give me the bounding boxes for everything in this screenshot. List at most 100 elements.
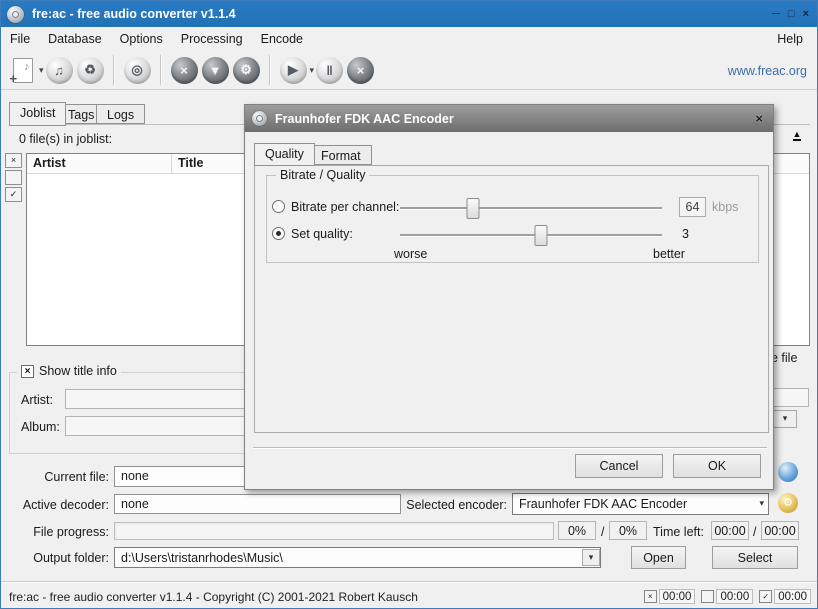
app-icon	[7, 6, 24, 23]
time-left-label: Time left:	[653, 525, 704, 539]
percent-separator: /	[601, 525, 604, 539]
window-titlebar: fre:ac - free audio converter v1.1.4 ─ □…	[1, 1, 817, 27]
website-link[interactable]: www.freac.org	[728, 64, 807, 78]
funnel-icon: ▼	[202, 57, 229, 84]
freac-window: fre:ac - free audio converter v1.1.4 ─ □…	[0, 0, 818, 609]
select-all-button[interactable]: ×	[5, 153, 22, 168]
dialog-close-button[interactable]: ×	[755, 111, 763, 126]
toggle-selection-button[interactable]: ✓	[5, 187, 22, 202]
menu-encode[interactable]: Encode	[252, 29, 312, 49]
select-none-button[interactable]	[5, 170, 22, 185]
tab-joblist[interactable]: Joblist	[9, 102, 66, 126]
tab-logs[interactable]: Logs	[96, 104, 145, 124]
dialog-icon	[252, 111, 267, 126]
time-indicator-unselected: 00:00	[701, 589, 753, 604]
pause-encoding-button[interactable]: ‖	[314, 54, 345, 87]
pause-icon: ‖	[316, 57, 343, 84]
stop-icon: ×	[347, 57, 374, 84]
output-folder-select[interactable]: d:\Users\tristanrhodes\Music\	[114, 547, 601, 568]
general-settings-button[interactable]: ×	[169, 54, 200, 87]
album-label: Album:	[21, 420, 60, 434]
joblist-count: 0 file(s) in joblist:	[19, 132, 112, 146]
toolbar: ♪ + ▾ ♫ ♻ ◎ × ▼ ⚙ ▶ ▾ ‖	[1, 51, 818, 90]
output-folder-dropdown-button[interactable]: ▾	[582, 549, 600, 566]
remove-all-button[interactable]: ♻	[75, 54, 106, 87]
dialog-tab-quality[interactable]: Quality	[254, 143, 315, 166]
toolbar-separator	[160, 55, 162, 85]
file-percent: 0%	[558, 521, 596, 540]
total-percent: 0%	[609, 521, 647, 540]
toolbar-separator	[269, 55, 271, 85]
single-file-checkbox-label: e file	[771, 351, 797, 365]
active-decoder-field: none	[114, 494, 401, 514]
x-box-icon: ×	[644, 590, 657, 603]
cd-search-icon: ◎	[124, 57, 151, 84]
minimize-button[interactable]: ─	[772, 8, 780, 20]
play-icon: ▶	[280, 57, 307, 84]
window-title: fre:ac - free audio converter v1.1.4	[32, 7, 236, 21]
tools-icon: ×	[171, 57, 198, 84]
menu-bar: File Database Options Processing Encode …	[1, 27, 817, 52]
selected-encoder-label: Selected encoder:	[399, 498, 507, 512]
time-left-file: 00:00	[711, 521, 749, 540]
show-title-info-checkbox[interactable]: ×	[21, 365, 34, 378]
encoder-settings-icon[interactable]: ⚙	[778, 493, 798, 513]
stop-encoding-button[interactable]: ×	[345, 54, 376, 87]
eject-icon: ▲	[793, 130, 802, 141]
file-progress-label: File progress:	[1, 525, 109, 539]
eject-button[interactable]: ▲	[785, 127, 809, 143]
time-separator: /	[753, 525, 756, 539]
select-button[interactable]: Select	[712, 546, 798, 569]
dialog-tab-page	[254, 165, 769, 433]
current-file-label: Current file:	[1, 470, 109, 484]
column-header-title[interactable]: Title	[172, 154, 203, 173]
pattern-dropdown-button[interactable]: ▾	[773, 410, 797, 428]
encoder-config-dialog: Fraunhofer FDK AAC Encoder × Quality For…	[244, 104, 774, 490]
time-indicator-selected: × 00:00	[644, 589, 696, 604]
time-value: 00:00	[716, 589, 753, 604]
column-header-artist[interactable]: Artist	[27, 154, 172, 173]
encoder-options-button[interactable]: ⚙	[231, 54, 262, 87]
open-button[interactable]: Open	[631, 546, 686, 569]
title-info-legend: × Show title info	[17, 364, 121, 378]
statusbar-text: fre:ac - free audio converter v1.1.4 - C…	[9, 590, 418, 604]
gear-icon: ⚙	[233, 57, 260, 84]
dialog-separator	[253, 447, 767, 448]
add-files-button[interactable]: ♪ +	[7, 54, 38, 87]
cddb-query-button[interactable]: ◎	[122, 54, 153, 87]
check-box-icon: ✓	[759, 590, 772, 603]
music-note-icon: ♫	[46, 57, 73, 84]
menu-file[interactable]: File	[1, 29, 39, 49]
time-left-total: 00:00	[761, 521, 799, 540]
toolbar-separator	[113, 55, 115, 85]
dialog-title: Fraunhofer FDK AAC Encoder	[275, 112, 454, 126]
menu-options[interactable]: Options	[111, 29, 172, 49]
ok-button[interactable]: OK	[673, 454, 761, 478]
cancel-button[interactable]: Cancel	[575, 454, 663, 478]
time-value: 00:00	[659, 589, 696, 604]
empty-box-icon	[701, 590, 714, 603]
dialog-titlebar: Fraunhofer FDK AAC Encoder ×	[245, 105, 773, 132]
rip-cd-button[interactable]: ♫	[44, 54, 75, 87]
menu-processing[interactable]: Processing	[172, 29, 252, 49]
close-button[interactable]: ×	[803, 8, 809, 20]
output-folder-label: Output folder:	[1, 551, 109, 565]
output-folder-value: d:\Users\tristanrhodes\Music\	[121, 551, 283, 565]
chevron-down-icon: ▾	[759, 498, 764, 509]
artist-label: Artist:	[21, 393, 53, 407]
active-decoder-label: Active decoder:	[1, 498, 109, 512]
status-bar: fre:ac - free audio converter v1.1.4 - C…	[1, 581, 817, 609]
trash-icon: ♻	[77, 57, 104, 84]
dialog-tab-format[interactable]: Format	[310, 145, 372, 165]
file-progress-bar	[114, 522, 554, 540]
blue-orb-icon	[778, 462, 798, 482]
selected-encoder-select[interactable]: Fraunhofer FDK AAC Encoder ▾	[512, 493, 769, 515]
maximize-button[interactable]: □	[788, 8, 795, 20]
start-encoding-button[interactable]: ▶	[278, 54, 309, 87]
processing-button[interactable]: ▼	[200, 54, 231, 87]
filename-pattern-field[interactable]	[773, 388, 809, 407]
menu-help[interactable]: Help	[771, 30, 809, 48]
menu-database[interactable]: Database	[39, 29, 111, 49]
time-value: 00:00	[774, 589, 811, 604]
selected-encoder-value: Fraunhofer FDK AAC Encoder	[519, 497, 687, 511]
